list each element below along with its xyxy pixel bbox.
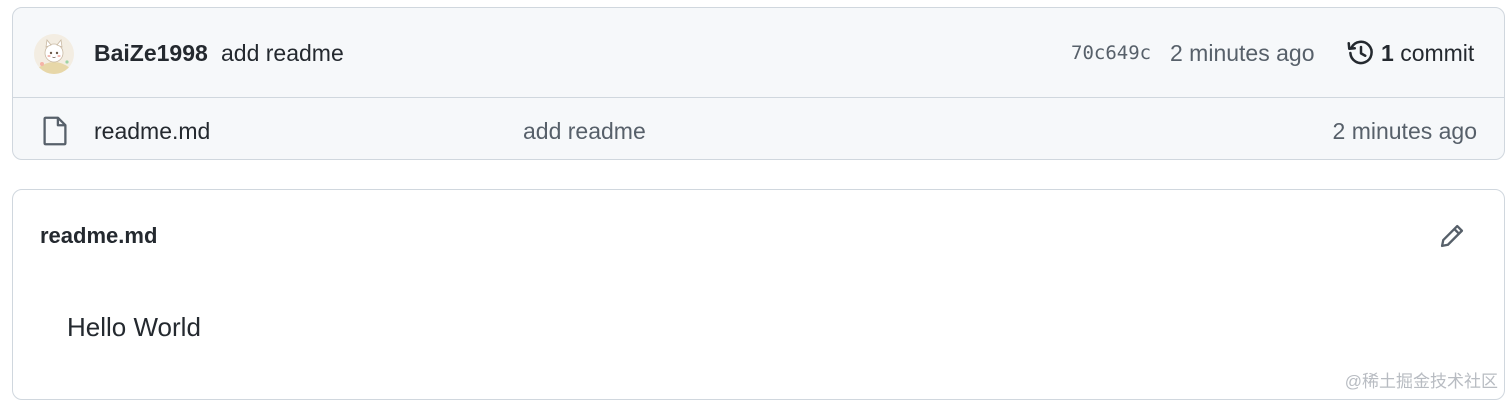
commit-sha-link[interactable]: 70c649c xyxy=(1071,42,1151,64)
commits-link[interactable]: 1 commit xyxy=(1381,40,1474,67)
repo-files-box: BaiZe1998 add readme 70c649c 2 minutes a… xyxy=(12,7,1505,160)
latest-commit-row: BaiZe1998 add readme 70c649c 2 minutes a… xyxy=(13,8,1504,98)
commit-count-label: commit xyxy=(1400,40,1475,66)
avatar-image xyxy=(34,34,74,74)
file-row: readme.md add readme 2 minutes ago xyxy=(13,98,1504,159)
readme-box: readme.md Hello World xyxy=(12,189,1505,400)
commit-message-link[interactable]: add readme xyxy=(221,40,344,67)
file-icon xyxy=(43,116,67,146)
readme-title[interactable]: readme.md xyxy=(40,223,157,249)
author-avatar[interactable] xyxy=(34,34,74,74)
pencil-icon[interactable] xyxy=(1438,222,1466,250)
history-icon[interactable] xyxy=(1346,38,1376,68)
file-commit-message-link[interactable]: add readme xyxy=(523,118,646,145)
file-name-link[interactable]: readme.md xyxy=(94,118,210,145)
readme-content: Hello World xyxy=(67,312,201,342)
file-commit-time: 2 minutes ago xyxy=(1332,118,1477,144)
watermark: @稀土掘金技术社区 xyxy=(1344,372,1498,391)
commit-author-link[interactable]: BaiZe1998 xyxy=(94,40,208,67)
commit-count: 1 xyxy=(1381,40,1394,66)
commit-time: 2 minutes ago xyxy=(1170,40,1315,66)
